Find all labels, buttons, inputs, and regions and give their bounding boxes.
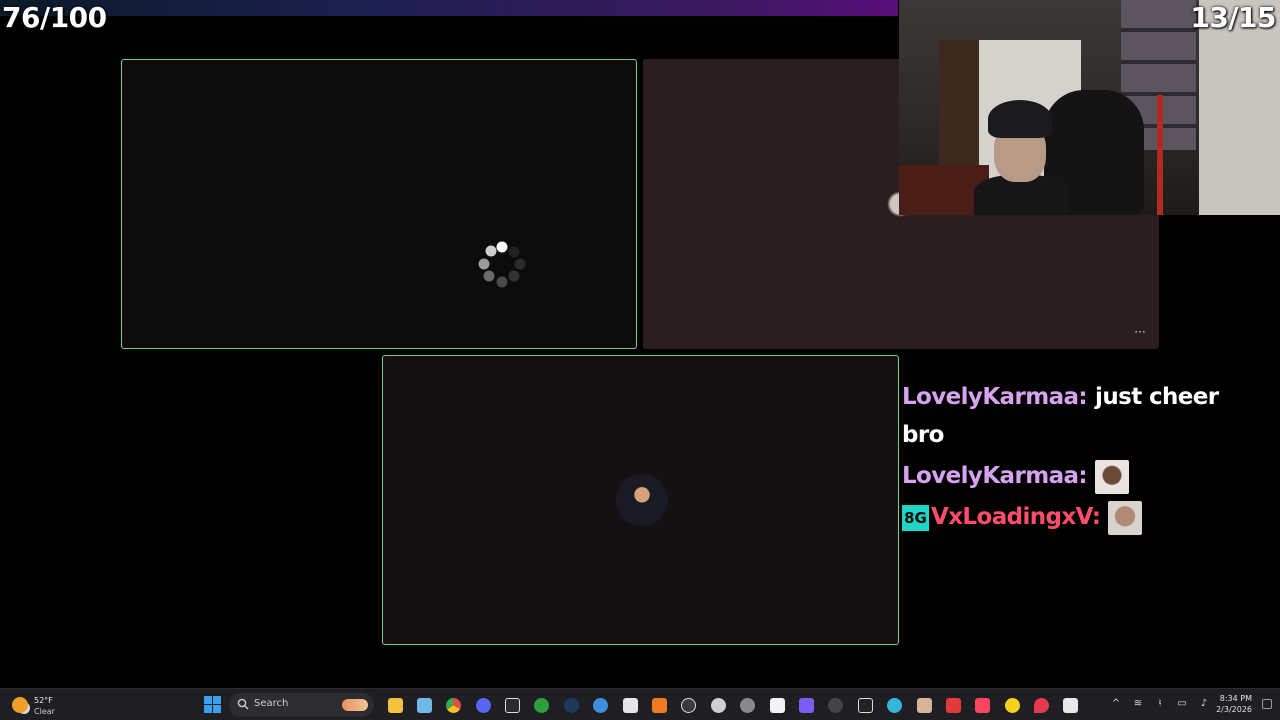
participant-avatar <box>616 474 668 526</box>
xbox-icon[interactable] <box>530 694 554 716</box>
edge-browser-icon[interactable] <box>883 694 907 716</box>
steam-icon[interactable] <box>559 694 583 716</box>
taskbar-clock[interactable]: 8:34 PM 2/3/2026 <box>1212 693 1252 715</box>
roblox-icon[interactable] <box>765 694 789 716</box>
calculator-icon[interactable] <box>1059 694 1083 716</box>
chat-message: LovelyKarmaa: <box>902 457 1262 495</box>
capcut-icon[interactable] <box>853 694 877 716</box>
chat-username: VxLoadingxV: <box>931 504 1101 530</box>
system-tray: ^ ≋ ♮ ▭ ♪ <box>1110 697 1210 711</box>
ok-app-icon[interactable] <box>824 694 848 716</box>
music-icon[interactable] <box>971 694 995 716</box>
chevron-up-icon[interactable]: ^ <box>1110 697 1122 711</box>
epic-games-icon[interactable] <box>501 694 525 716</box>
location-app-icon[interactable] <box>1030 694 1054 716</box>
network-icon[interactable]: ≋ <box>1132 697 1144 711</box>
chrome-icon[interactable] <box>442 694 466 716</box>
loading-spinner-icon <box>478 241 526 288</box>
stream-overlay: 76/100 ··· 13/15 LovelyKarmaa: just chee… <box>0 0 1280 720</box>
chat-message: 8G VxLoadingxV: <box>902 498 1262 536</box>
chat-overlay: LovelyKarmaa: just cheer bro LovelyKarma… <box>902 378 1262 539</box>
autodesk-icon[interactable] <box>648 694 672 716</box>
microphone-icon[interactable]: ♮ <box>1154 697 1166 711</box>
chat-username: LovelyKarmaa: <box>902 384 1088 410</box>
top-gradient-bar <box>0 0 898 16</box>
emoji-app-icon[interactable] <box>1000 694 1024 716</box>
game-launcher-icon[interactable] <box>736 694 760 716</box>
start-button[interactable] <box>203 696 223 714</box>
weather-temperature: 52°F <box>34 696 53 705</box>
photo-app-icon[interactable] <box>912 694 936 716</box>
edge-icon[interactable] <box>589 694 613 716</box>
search-highlight-icon <box>342 699 368 711</box>
obs-icon[interactable] <box>677 694 701 716</box>
left-counter: 76/100 <box>2 1 107 34</box>
grid-app-icon[interactable] <box>794 694 818 716</box>
taskbar-pinned-apps <box>383 694 1083 716</box>
webcam-background-shelf <box>939 40 979 170</box>
minecraft-icon[interactable] <box>618 694 642 716</box>
weather-widget[interactable]: 52°F Clear <box>10 693 90 717</box>
right-counter: 13/15 <box>1190 1 1276 34</box>
laughing-face-emote-icon <box>1095 459 1130 494</box>
clock-date: 2/3/2026 <box>1216 705 1252 714</box>
chat-message: LovelyKarmaa: just cheer bro <box>902 378 1262 454</box>
notification-icon[interactable] <box>1262 699 1272 709</box>
webcam-background-red-light <box>1157 95 1163 215</box>
video-tile-loading[interactable] <box>121 59 637 349</box>
volume-icon[interactable]: ♪ <box>1198 697 1210 711</box>
search-icon <box>237 698 249 710</box>
steelseries-icon[interactable] <box>706 694 730 716</box>
file-explorer-icon[interactable] <box>383 694 407 716</box>
chat-badge-icon: 8G <box>902 504 929 531</box>
more-options-button[interactable]: ··· <box>1131 326 1149 341</box>
taskbar: 52°F Clear Search ^ ≋ ♮ ▭ ♪ 8:34 PM 2/3/… <box>0 688 1280 720</box>
face-palm-emote-icon <box>1108 500 1143 535</box>
video-tile-avatar[interactable] <box>382 355 899 645</box>
calendar-icon[interactable] <box>412 694 436 716</box>
discord-icon[interactable] <box>471 694 495 716</box>
search-placeholder: Search <box>254 698 289 709</box>
clock-time: 8:34 PM <box>1219 694 1252 703</box>
taskbar-search-box[interactable]: Search <box>229 693 374 717</box>
webcam-streamer <box>974 100 1069 215</box>
weather-condition: Clear <box>34 707 55 716</box>
chat-username: LovelyKarmaa: <box>902 463 1088 489</box>
red-app-icon[interactable] <box>941 694 965 716</box>
display-icon[interactable]: ▭ <box>1176 697 1188 711</box>
moon-cloud-icon <box>12 697 28 713</box>
